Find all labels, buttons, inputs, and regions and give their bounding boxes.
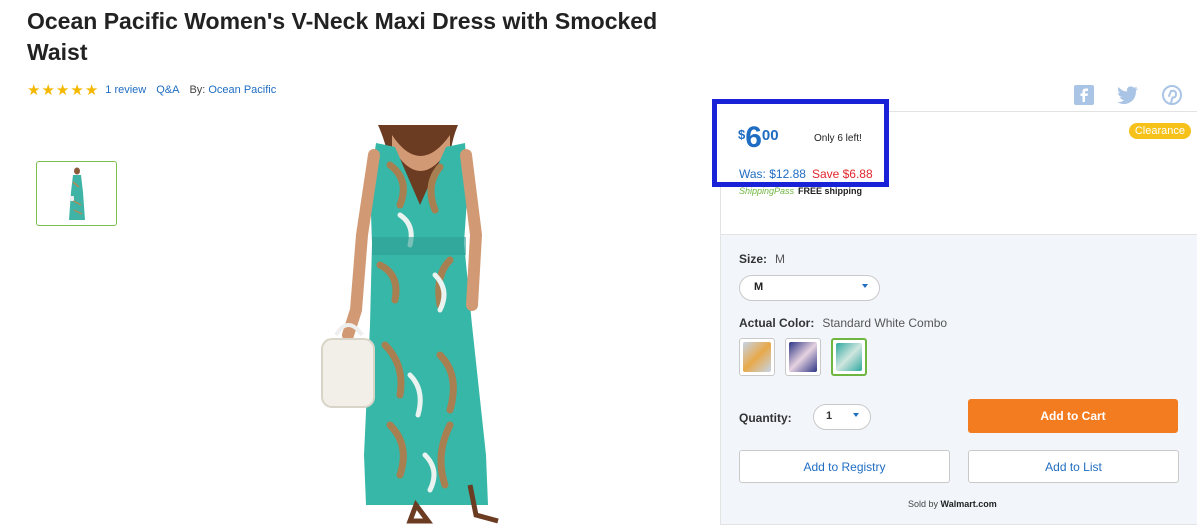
current-price: $ 6 00	[738, 121, 779, 154]
price-currency: $	[738, 127, 746, 142]
quantity-dropdown[interactable]: 1	[813, 404, 871, 430]
seller-name[interactable]: Walmart.com	[941, 499, 997, 509]
social-share	[1073, 85, 1183, 105]
brand-link[interactable]: Ocean Pacific	[208, 84, 276, 96]
color-value: Standard White Combo	[822, 316, 948, 330]
size-label: Size: M	[739, 252, 785, 266]
star-icon: ★	[41, 81, 55, 99]
sold-by-label: Sold by	[908, 499, 939, 509]
quantity-value: 1	[826, 410, 833, 422]
size-dropdown[interactable]: M	[739, 275, 880, 301]
price-cents: 00	[761, 127, 779, 144]
facebook-icon[interactable]	[1073, 85, 1095, 105]
shippingpass-logo[interactable]: ShippingPass	[739, 186, 794, 196]
sold-by: Sold by Walmart.com	[908, 499, 997, 509]
color-swatch[interactable]	[739, 338, 775, 376]
twitter-icon[interactable]	[1117, 85, 1139, 105]
by-label: By:	[189, 84, 206, 96]
free-shipping-text: FREE shipping	[798, 186, 863, 196]
color-swatches	[739, 338, 867, 376]
was-price-line: Was: $12.88 Save $6.88	[739, 167, 873, 181]
color-swatch-fill	[836, 343, 862, 371]
pinterest-icon[interactable]	[1161, 85, 1183, 105]
size-dropdown-value: M	[754, 281, 764, 293]
dress-model-image	[321, 125, 499, 524]
add-to-list-button[interactable]: Add to List	[968, 450, 1179, 483]
reviews-link[interactable]: 1 review	[105, 84, 146, 96]
star-icon: ★	[84, 81, 99, 99]
quantity-label: Quantity:	[739, 411, 792, 425]
add-to-registry-button[interactable]: Add to Registry	[739, 450, 950, 483]
product-main-image[interactable]	[300, 125, 540, 525]
color-label: Actual Color: Standard White Combo	[739, 316, 947, 330]
product-thumbnail[interactable]	[36, 161, 117, 226]
savings-amount: Save $6.88	[811, 167, 873, 181]
clearance-badge: Clearance	[1128, 123, 1191, 139]
chevron-down-icon	[853, 413, 859, 417]
color-swatch-fill	[789, 342, 817, 372]
product-title: Ocean Pacific Women's V-Neck Maxi Dress …	[27, 8, 658, 65]
star-icon: ★	[27, 81, 41, 99]
shipping-info: ShippingPass FREE shipping	[739, 186, 862, 196]
price-highlight-box: $ 6 00 Only 6 left! Was: $12.88 Save $6.…	[712, 99, 889, 187]
color-label-text: Actual Color:	[739, 316, 815, 330]
star-icon: ★	[70, 81, 84, 99]
star-rating[interactable]: ★ ★ ★ ★ ★	[27, 83, 98, 98]
dress-thumbnail-image	[69, 167, 85, 220]
add-to-cart-button[interactable]: Add to Cart	[968, 399, 1178, 433]
price-dollars: 6	[745, 121, 762, 154]
size-value: M	[775, 252, 786, 266]
stock-note: Only 6 left!	[814, 133, 862, 144]
size-label-text: Size:	[739, 252, 768, 266]
product-meta-row: ★ ★ ★ ★ ★ 1 review Q&A By: Ocean Pacific	[27, 82, 286, 98]
was-price: Was: $12.88	[739, 167, 806, 181]
chevron-down-icon	[862, 284, 868, 288]
color-swatch-fill	[743, 342, 771, 372]
star-icon: ★	[55, 81, 70, 99]
color-swatch[interactable]	[785, 338, 821, 376]
qa-link[interactable]: Q&A	[156, 84, 179, 96]
color-swatch[interactable]	[831, 338, 867, 376]
